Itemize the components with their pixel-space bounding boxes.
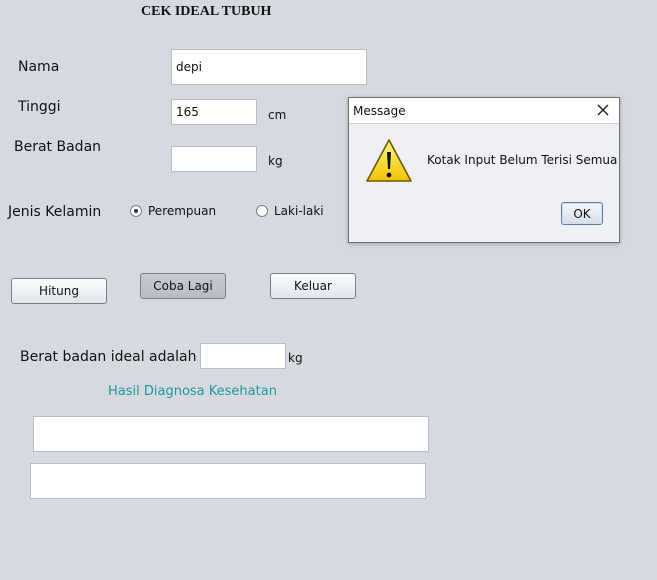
diagnosa-output-1[interactable] — [33, 416, 429, 452]
radio-perempuan-label: Perempuan — [148, 204, 217, 218]
berat-input[interactable] — [171, 146, 257, 172]
tinggi-label: Tinggi — [18, 99, 61, 115]
gender-label: Jenis Kelamin — [8, 204, 102, 220]
message-dialog: Message Kotak Input Belum Terisi Semua O… — [348, 97, 620, 243]
hitung-button[interactable]: Hitung — [11, 278, 107, 304]
radio-laki-laki[interactable]: Laki-laki — [256, 204, 324, 218]
ideal-label: Berat badan ideal adalah — [20, 349, 197, 365]
tinggi-input[interactable] — [171, 99, 257, 125]
ok-button[interactable]: OK — [561, 202, 603, 225]
nama-input[interactable] — [171, 49, 367, 85]
radio-selected-icon — [130, 205, 142, 217]
page-title: CEK IDEAL TUBUH — [141, 4, 272, 19]
diagnosa-label: Hasil Diagnosa Kesehatan — [108, 384, 277, 399]
berat-unit: kg — [268, 154, 283, 168]
ideal-unit: kg — [288, 351, 303, 365]
close-icon[interactable] — [596, 103, 610, 117]
radio-perempuan[interactable]: Perempuan — [130, 204, 216, 218]
berat-label: Berat Badan — [14, 139, 102, 155]
tinggi-unit: cm — [268, 108, 287, 122]
dialog-title: Message — [349, 98, 619, 124]
warning-icon — [366, 139, 412, 182]
dialog-message: Kotak Input Belum Terisi Semua — [427, 153, 618, 167]
nama-label: Nama — [18, 59, 60, 75]
radio-unselected-icon — [256, 205, 268, 217]
radio-laki-laki-label: Laki-laki — [274, 204, 324, 218]
diagnosa-output-2[interactable] — [30, 463, 426, 499]
coba-lagi-button[interactable]: Coba Lagi — [140, 273, 226, 299]
keluar-button[interactable]: Keluar — [270, 273, 356, 299]
ideal-output[interactable] — [200, 343, 286, 369]
